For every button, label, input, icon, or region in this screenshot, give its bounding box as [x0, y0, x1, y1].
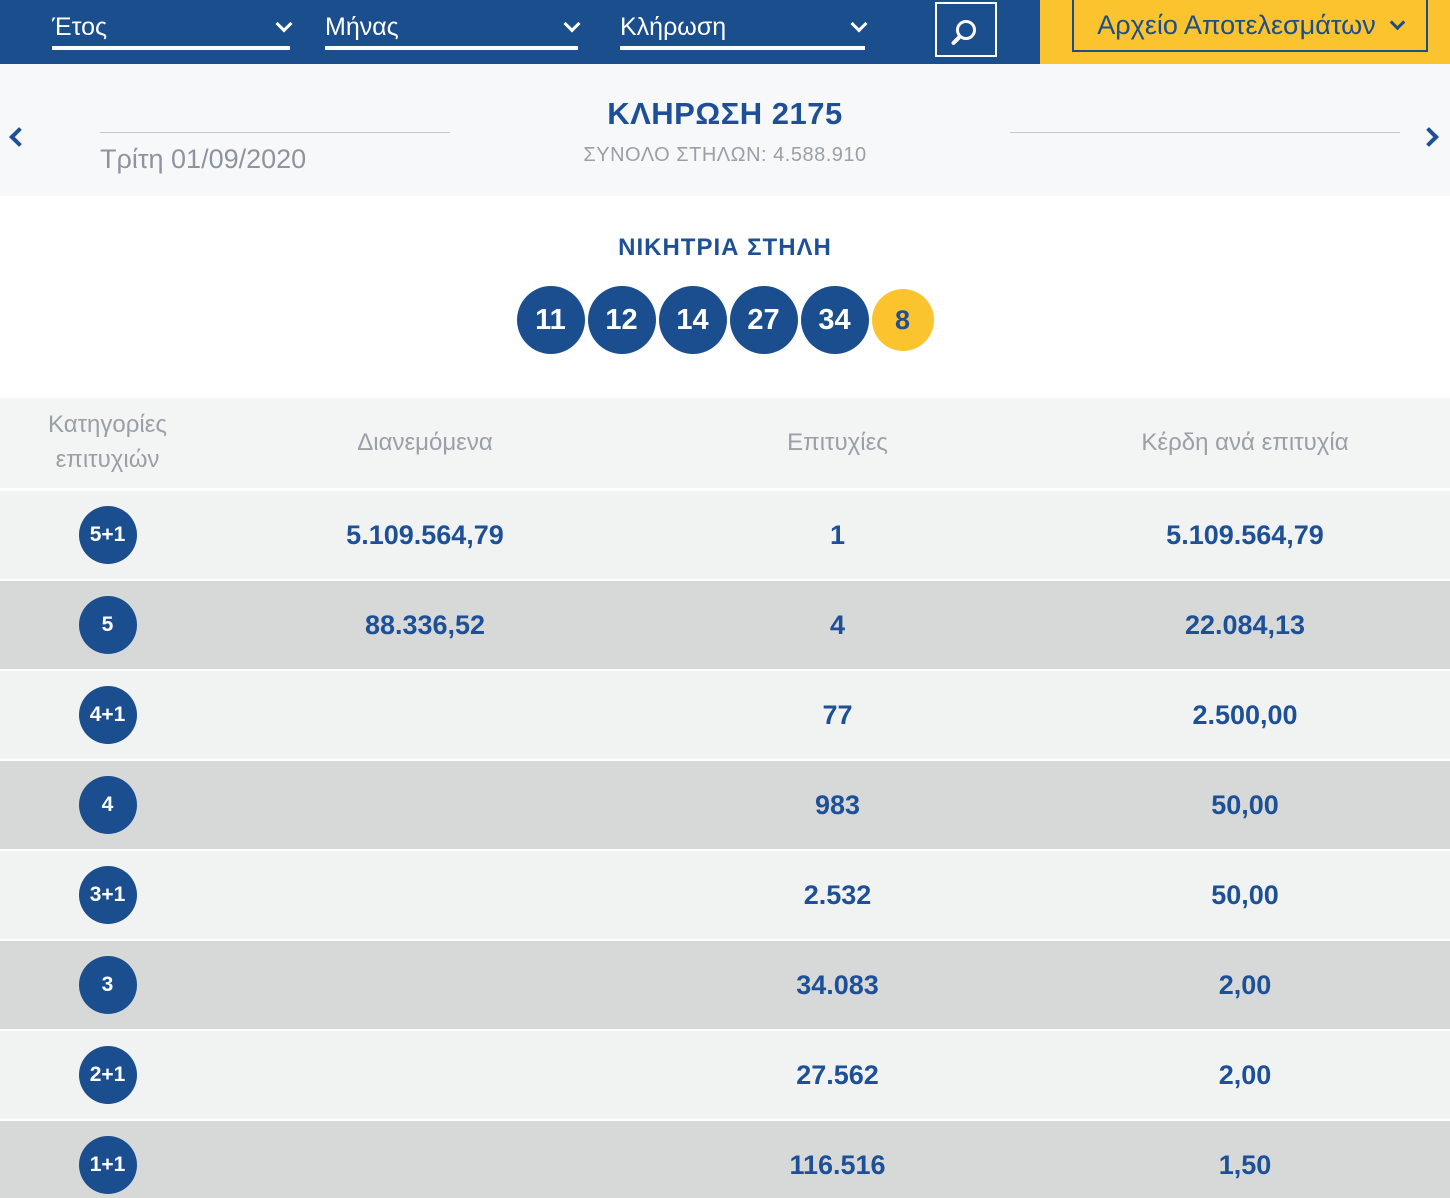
table-row: 5 88.336,52 4 22.084,13	[0, 581, 1450, 669]
draw-dropdown[interactable]: Κλήρωση	[620, 8, 868, 50]
header-distributed: Διανεμόμενα	[357, 428, 493, 456]
chevron-down-icon	[563, 15, 581, 33]
prize-cell: 50,00	[1211, 789, 1279, 820]
winners-cell: 983	[814, 789, 861, 820]
category-badge: 5	[78, 596, 137, 654]
table-row: 2+1 27.562 2,00	[0, 1031, 1450, 1119]
prize-cell: 2,00	[1218, 1059, 1272, 1090]
category-badge: 1+1	[78, 1136, 137, 1194]
table-row: 1+1 116.516 1,50	[0, 1121, 1450, 1198]
draw-title: ΚΛΗΡΩΣΗ 2175	[607, 96, 843, 131]
chevron-down-icon	[1389, 14, 1405, 30]
table-row: 4 983 50,00	[0, 761, 1450, 849]
prize-cell: 2.500,00	[1192, 699, 1298, 730]
header-prize-per-winner: Κέρδη ανά επιτυχία	[1141, 428, 1349, 456]
winning-column-section: ΝΙΚΗΤΡΙΑ ΣΤΗΛΗ 11 12 14 27 34 8	[0, 196, 1450, 398]
month-dropdown-label: Μήνας	[325, 12, 399, 41]
prize-cell: 50,00	[1211, 879, 1279, 910]
next-draw-button[interactable]	[1412, 120, 1446, 154]
table-row: 3+1 2.532 50,00	[0, 851, 1450, 939]
winners-cell: 2.532	[803, 879, 872, 910]
category-badge: 4+1	[78, 686, 137, 744]
chevron-down-icon	[275, 15, 293, 33]
year-dropdown[interactable]: Έτος	[52, 8, 293, 50]
winning-number-ball: 34	[800, 286, 869, 354]
category-badge: 3	[78, 956, 137, 1014]
prize-cell: 2,00	[1218, 969, 1272, 1000]
winning-number-ball: 11	[516, 286, 585, 354]
winners-cell: 1	[829, 519, 846, 550]
distributed-cell: 5.109.564,79	[346, 519, 504, 550]
archive-section: Αρχείο Αποτελεσμάτων	[1040, 0, 1450, 64]
year-dropdown-label: Έτος	[52, 12, 108, 41]
results-archive-button[interactable]: Αρχείο Αποτελεσμάτων	[1072, 0, 1428, 52]
prize-cell: 1,50	[1218, 1149, 1272, 1180]
category-badge: 3+1	[78, 866, 137, 924]
header-category: Κατηγορίες επιτυχιών	[47, 411, 167, 473]
search-icon	[956, 19, 976, 40]
winners-cell: 4	[829, 609, 846, 640]
prize-cell: 22.084,13	[1184, 609, 1306, 640]
winners-cell: 116.516	[789, 1149, 886, 1180]
winning-number-ball: 27	[729, 286, 798, 354]
divider	[100, 132, 450, 133]
header-winners: Επιτυχίες	[787, 428, 888, 456]
category-badge: 5+1	[78, 506, 137, 564]
draw-total-columns: ΣΥΝΟΛΟ ΣΤΗΛΩΝ: 4.588.910	[583, 144, 867, 166]
table-row: 5+1 5.109.564,79 1 5.109.564,79	[0, 491, 1450, 579]
top-toolbar: Έτος Μήνας Κλήρωση Αρχείο Αποτελεσμάτων	[0, 0, 1450, 64]
table-header-row: Κατηγορίες επιτυχιών Διανεμόμενα Επιτυχί…	[0, 398, 1450, 488]
search-button[interactable]	[935, 2, 997, 57]
category-badge: 2+1	[78, 1046, 137, 1104]
results-table: Κατηγορίες επιτυχιών Διανεμόμενα Επιτυχί…	[0, 398, 1450, 1198]
table-row: 3 34.083 2,00	[0, 941, 1450, 1029]
chevron-down-icon	[850, 15, 868, 33]
category-badge: 4	[78, 776, 137, 834]
chevron-right-icon	[1419, 127, 1439, 147]
draw-header: Τρίτη 01/09/2020 ΚΛΗΡΩΣΗ 2175 ΣΥΝΟΛΟ ΣΤΗ…	[0, 64, 1450, 196]
winning-number-ball: 14	[658, 286, 727, 354]
divider	[1010, 132, 1400, 133]
winners-cell: 27.562	[796, 1059, 879, 1090]
results-archive-label: Αρχείο Αποτελεσμάτων	[1097, 9, 1376, 40]
bonus-number-ball: 8	[871, 289, 934, 351]
lottery-results-page: Έτος Μήνας Κλήρωση Αρχείο Αποτελεσμάτων …	[0, 0, 1450, 1198]
month-dropdown[interactable]: Μήνας	[325, 8, 581, 50]
winners-cell: 77	[822, 699, 853, 730]
winning-number-ball: 12	[587, 286, 656, 354]
draw-dropdown-label: Κλήρωση	[620, 12, 727, 41]
table-row: 4+1 77 2.500,00	[0, 671, 1450, 759]
winning-column-title: ΝΙΚΗΤΡΙΑ ΣΤΗΛΗ	[618, 234, 832, 261]
winning-numbers: 11 12 14 27 34 8	[0, 286, 1450, 354]
winners-cell: 34.083	[796, 969, 879, 1000]
distributed-cell: 88.336,52	[364, 609, 486, 640]
prize-cell: 5.109.564,79	[1166, 519, 1324, 550]
